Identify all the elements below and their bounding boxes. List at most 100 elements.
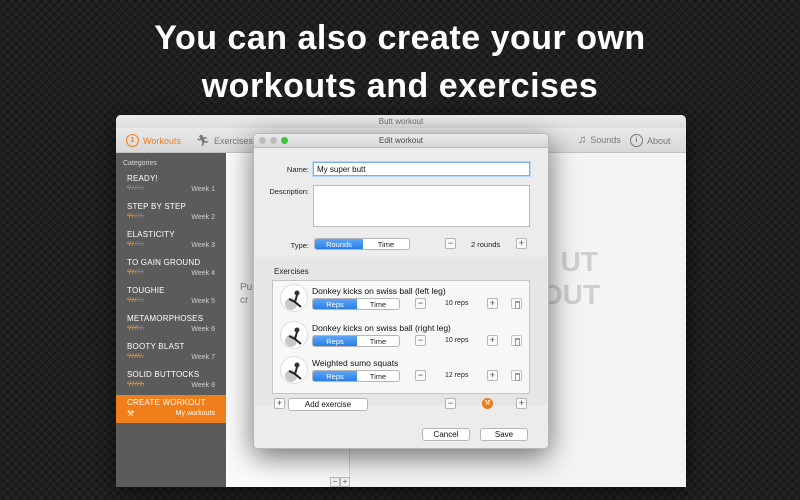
zoom-button[interactable] <box>281 137 288 144</box>
difficulty-bolts-icon: ϟϟϟϟϟϟ <box>127 325 144 332</box>
exercise-name: Donkey kicks on swiss ball (right leg) <box>312 323 451 333</box>
exercise-time-option[interactable]: Time <box>357 371 399 381</box>
close-button[interactable] <box>259 137 266 144</box>
description-label: Description: <box>269 187 309 196</box>
headline-line-2: workouts and exercises <box>201 67 599 105</box>
type-rounds-option[interactable]: Rounds <box>315 239 363 249</box>
empty-hint: Pu cr <box>240 281 252 307</box>
edit-workout-dialog: Edit workout Name: My super butt Descrip… <box>253 133 549 449</box>
name-label: Name: <box>286 165 309 174</box>
sidebar-item-sub: My workouts <box>175 410 215 417</box>
sidebar-item[interactable]: SOLID BUTTOCKS ϟϟϟϟϟϟ Week 8 <box>116 367 226 395</box>
add-exercise-button[interactable]: Add exercise <box>288 398 368 411</box>
name-field[interactable]: My super butt <box>313 162 530 176</box>
running-icon: 🏃︎ <box>196 135 210 147</box>
sidebar-item[interactable]: TOUGHIE ϟϟϟϟϟϟ Week 5 <box>116 283 226 311</box>
type-label: Type: <box>290 241 309 250</box>
save-button[interactable]: Save <box>480 428 528 441</box>
window-controls <box>259 137 288 144</box>
sidebar-item-label: METAMORPHOSES <box>127 314 204 323</box>
sidebar-item-label: TO GAIN GROUND <box>127 258 201 267</box>
toolbar-exercises[interactable]: 🏃︎ Exercises <box>196 134 253 147</box>
exercise-decrement-button[interactable]: − <box>415 298 426 309</box>
exercise-count: 10 reps <box>445 337 469 344</box>
remove-workout-button[interactable]: − <box>330 477 340 487</box>
difficulty-bolts-icon: ϟϟϟϟϟϟ <box>127 269 144 276</box>
remove-exercise-button[interactable]: − <box>445 398 456 409</box>
sidebar-item-label: ELASTICITY <box>127 230 175 239</box>
sidebar-item-week: Week 7 <box>191 354 215 361</box>
empty-hint-line-1: Pu <box>240 282 253 293</box>
rounds-increment-button[interactable]: + <box>516 238 527 249</box>
sidebar-item-week: Week 3 <box>191 242 215 249</box>
sidebar-item-label: TOUGHIE <box>127 286 165 295</box>
sidebar-item[interactable]: TO GAIN GROUND ϟϟϟϟϟϟ Week 4 <box>116 255 226 283</box>
toolbar-workouts[interactable]: 1 Workouts <box>126 134 181 147</box>
exercise-thumbnail <box>280 356 308 384</box>
exercise-reps-option[interactable]: Reps <box>313 336 357 346</box>
headline: You can also create your own workouts an… <box>0 14 800 110</box>
toolbar-workouts-label: Workouts <box>143 135 181 146</box>
exercise-count: 12 reps <box>445 372 469 379</box>
exercise-decrement-button[interactable]: − <box>415 335 426 346</box>
sidebar-heading: Categories <box>123 160 157 167</box>
sidebar-item-create-workout[interactable]: CREATE WORKOUT ⚒ My workouts <box>116 395 226 423</box>
cancel-button[interactable]: Cancel <box>422 428 470 441</box>
exercise-name: Donkey kicks on swiss ball (left leg) <box>312 286 446 296</box>
difficulty-bolts-icon: ϟϟϟϟϟϟ <box>127 213 144 220</box>
sidebar-item[interactable]: READY! ϟϟϟϟϟϟ Week 1 <box>116 171 226 199</box>
difficulty-bolts-icon: ϟϟϟϟϟϟ <box>127 381 144 388</box>
exercise-increment-button[interactable]: + <box>487 298 498 309</box>
exercise-mode-selector: Reps Time <box>312 335 400 347</box>
stopwatch-icon: 1 <box>126 134 139 147</box>
minimize-button[interactable] <box>270 137 277 144</box>
toolbar-sounds[interactable]: ♫ Sounds <box>578 134 621 146</box>
sidebar-item[interactable]: METAMORPHOSES ϟϟϟϟϟϟ Week 6 <box>116 311 226 339</box>
exercise-reps-option[interactable]: Reps <box>313 299 357 309</box>
rounds-decrement-button[interactable]: − <box>445 238 456 249</box>
sidebar: Categories READY! ϟϟϟϟϟϟ Week 1 STEP BY STE… <box>116 153 226 487</box>
type-selector: Rounds Time <box>314 238 410 250</box>
trash-icon[interactable] <box>511 370 522 381</box>
difficulty-bolts-icon: ϟϟϟϟϟϟ <box>127 297 144 304</box>
toolbar-sounds-label: Sounds <box>590 135 621 145</box>
toolbar-about-label: About <box>647 135 671 146</box>
exercise-name: Weighted sumo squats <box>312 358 399 368</box>
rounds-value: 2 rounds <box>471 240 501 249</box>
sidebar-item-week: Week 8 <box>191 382 215 389</box>
exercise-time-option[interactable]: Time <box>357 336 399 346</box>
exercise-library-icon[interactable]: ⚒ <box>482 398 493 409</box>
add-exercise-row-button[interactable]: + <box>516 398 527 409</box>
sidebar-item-week: Week 4 <box>191 270 215 277</box>
trash-icon[interactable] <box>511 335 522 346</box>
difficulty-bolts-icon: ϟϟϟϟϟϟ <box>127 185 144 192</box>
exercise-thumbnail <box>280 284 308 312</box>
exercise-count: 10 reps <box>445 300 469 307</box>
info-icon: i <box>630 134 643 147</box>
window-title: Butt workout <box>116 115 686 128</box>
type-time-option[interactable]: Time <box>363 239 409 249</box>
add-workout-button[interactable]: + <box>340 477 350 487</box>
toolbar-about[interactable]: i About <box>630 134 671 147</box>
trash-icon[interactable] <box>511 298 522 309</box>
exercise-thumbnail <box>280 321 308 349</box>
sidebar-item-label: BOOTY BLAST <box>127 342 185 351</box>
sidebar-item[interactable]: BOOTY BLAST ϟϟϟϟϟϟ Week 7 <box>116 339 226 367</box>
sidebar-item[interactable]: ELASTICITY ϟϟϟϟϟϟ Week 3 <box>116 227 226 255</box>
custom-workout-icon: ⚒ <box>127 409 135 418</box>
sidebar-item-label: READY! <box>127 174 158 183</box>
dialog-title: Edit workout <box>378 136 424 145</box>
headline-line-1: You can also create your own <box>154 19 646 57</box>
exercise-increment-button[interactable]: + <box>487 370 498 381</box>
exercise-increment-button[interactable]: + <box>487 335 498 346</box>
sidebar-item-label: CREATE WORKOUT <box>127 398 206 407</box>
exercise-decrement-button[interactable]: − <box>415 370 426 381</box>
exercise-reps-option[interactable]: Reps <box>313 371 357 381</box>
exercise-time-option[interactable]: Time <box>357 299 399 309</box>
sidebar-item[interactable]: STEP BY STEP ϟϟϟϟϟϟ Week 2 <box>116 199 226 227</box>
sidebar-item-week: Week 5 <box>191 298 215 305</box>
description-field[interactable] <box>313 185 530 227</box>
add-exercise-plus-icon[interactable]: + <box>274 398 285 409</box>
empty-hint-line-2: cr <box>240 295 249 306</box>
list-controls: − + <box>330 477 350 487</box>
